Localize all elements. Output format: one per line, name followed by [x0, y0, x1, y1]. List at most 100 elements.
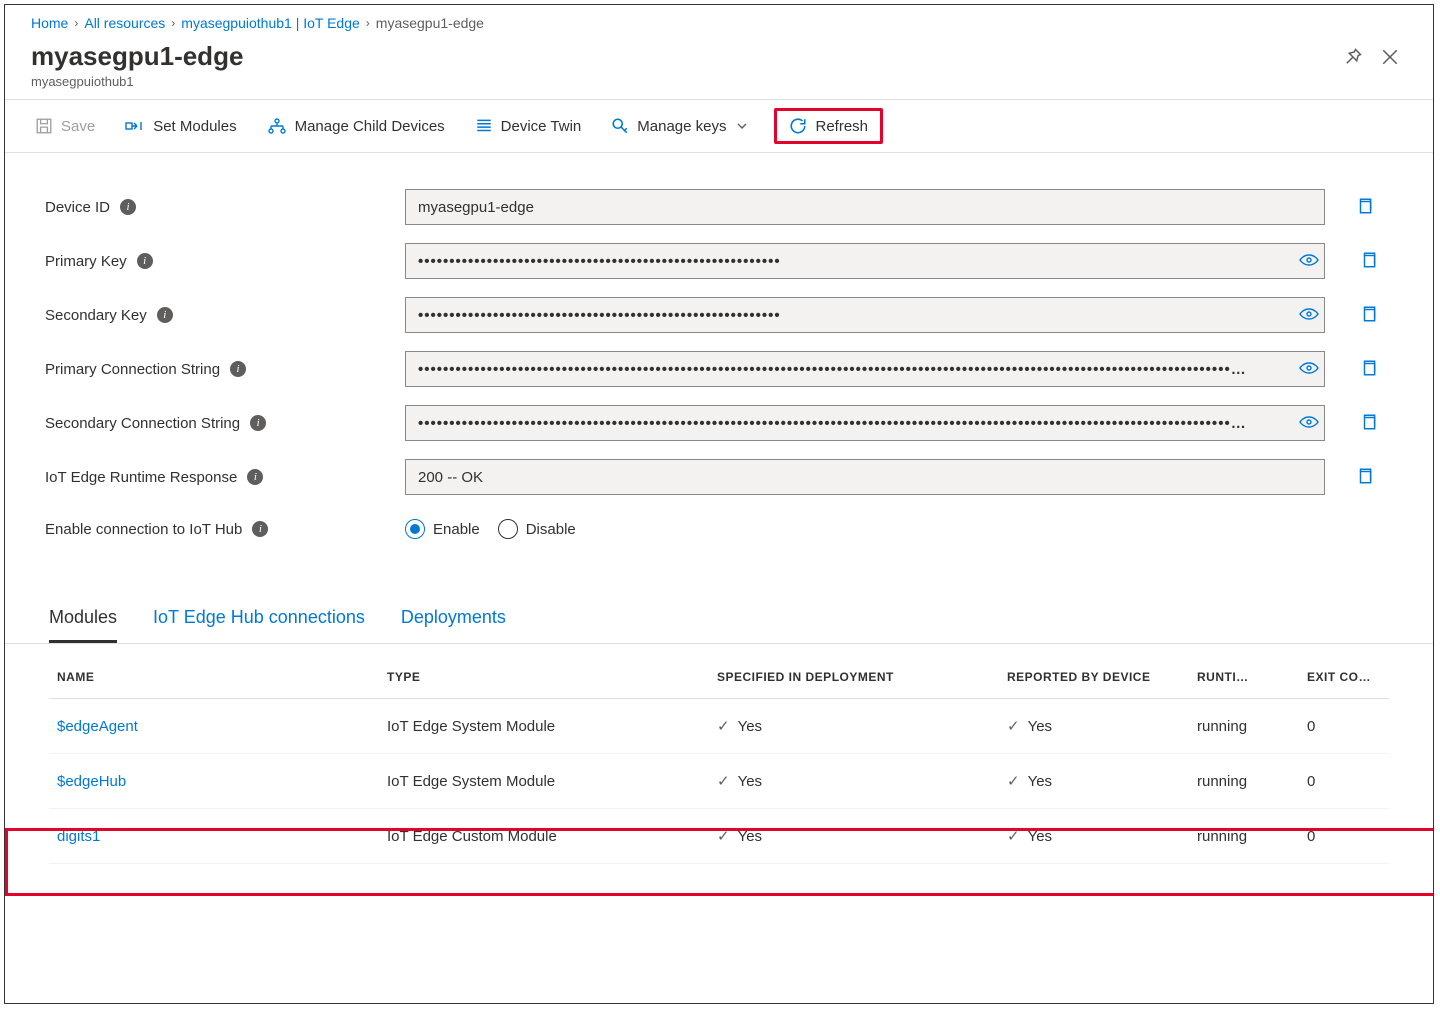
info-icon[interactable]: i	[252, 521, 268, 537]
col-exit[interactable]: EXIT CO…	[1299, 652, 1389, 699]
copy-icon[interactable]	[1355, 359, 1383, 380]
module-specified: ✓Yes	[709, 754, 999, 809]
device-form: Device ID i myasegpu1-edge Primary Key i…	[5, 153, 1433, 567]
copy-icon[interactable]	[1351, 467, 1379, 488]
check-icon: ✓	[717, 773, 730, 790]
secondary-key-label: Secondary Key	[45, 307, 147, 324]
table-row: $edgeAgentIoT Edge System Module✓Yes✓Yes…	[49, 699, 1389, 754]
reveal-icon[interactable]	[1299, 361, 1329, 378]
reveal-icon[interactable]	[1299, 307, 1329, 324]
tab-connections[interactable]: IoT Edge Hub connections	[153, 597, 365, 643]
module-exit: 0	[1299, 754, 1389, 809]
primary-conn-label: Primary Connection String	[45, 361, 220, 378]
module-link[interactable]: $edgeHub	[57, 773, 126, 790]
module-exit: 0	[1299, 809, 1389, 864]
module-link[interactable]: $edgeAgent	[57, 718, 138, 735]
info-icon[interactable]: i	[120, 199, 136, 215]
col-type[interactable]: TYPE	[379, 652, 709, 699]
module-reported: ✓Yes	[999, 754, 1189, 809]
page-header: myasegpu1-edge myasegpuiothub1	[5, 37, 1433, 99]
primary-conn-field[interactable]: ••••••••••••••••••••••••••••••••••••••••…	[405, 351, 1325, 387]
save-label: Save	[61, 118, 95, 135]
info-icon[interactable]: i	[157, 307, 173, 323]
chevron-right-icon: ›	[74, 16, 78, 30]
enable-radio-label: Enable	[433, 521, 480, 538]
runtime-response-label: IoT Edge Runtime Response	[45, 469, 237, 486]
col-reported[interactable]: REPORTED BY DEVICE	[999, 652, 1189, 699]
info-icon[interactable]: i	[247, 469, 263, 485]
chevron-right-icon: ›	[171, 16, 175, 30]
reveal-icon[interactable]	[1299, 253, 1329, 270]
check-icon: ✓	[717, 718, 730, 735]
save-button: Save	[31, 111, 99, 141]
tab-modules[interactable]: Modules	[49, 597, 117, 643]
chevron-right-icon: ›	[366, 16, 370, 30]
manage-child-devices-button[interactable]: Manage Child Devices	[263, 111, 449, 141]
runtime-response-field[interactable]: 200 -- OK	[405, 459, 1325, 495]
check-icon: ✓	[1007, 718, 1020, 735]
set-modules-label: Set Modules	[153, 118, 236, 135]
secondary-conn-label: Secondary Connection String	[45, 415, 240, 432]
copy-icon[interactable]	[1355, 305, 1383, 326]
module-reported: ✓Yes	[999, 699, 1189, 754]
pin-icon[interactable]	[1343, 47, 1363, 67]
reveal-icon[interactable]	[1299, 415, 1329, 432]
chevron-down-icon	[736, 120, 748, 132]
enable-radio[interactable]: Enable	[405, 519, 480, 539]
breadcrumb-current: myasegpu1-edge	[376, 15, 484, 31]
primary-key-label: Primary Key	[45, 253, 127, 270]
breadcrumb: Home › All resources › myasegpuiothub1 |…	[5, 5, 1433, 37]
tab-deployments[interactable]: Deployments	[401, 597, 506, 643]
modules-table-wrap: NAME TYPE SPECIFIED IN DEPLOYMENT REPORT…	[5, 652, 1433, 864]
manage-keys-label: Manage keys	[637, 118, 726, 135]
info-icon[interactable]: i	[137, 253, 153, 269]
col-specified[interactable]: SPECIFIED IN DEPLOYMENT	[709, 652, 999, 699]
info-icon[interactable]: i	[230, 361, 246, 377]
table-row: $edgeHubIoT Edge System Module✓Yes✓Yesru…	[49, 754, 1389, 809]
check-icon: ✓	[717, 828, 730, 845]
module-type: IoT Edge System Module	[379, 754, 709, 809]
copy-icon[interactable]	[1351, 197, 1379, 218]
module-runtime: running	[1189, 809, 1299, 864]
breadcrumb-home[interactable]: Home	[31, 15, 68, 31]
module-specified: ✓Yes	[709, 699, 999, 754]
table-row: digits1IoT Edge Custom Module✓Yes✓Yesrun…	[49, 809, 1389, 864]
copy-icon[interactable]	[1355, 413, 1383, 434]
manage-keys-button[interactable]: Manage keys	[607, 111, 752, 141]
disable-radio[interactable]: Disable	[498, 519, 576, 539]
info-icon[interactable]: i	[250, 415, 266, 431]
check-icon: ✓	[1007, 773, 1020, 790]
disable-radio-label: Disable	[526, 521, 576, 538]
breadcrumb-all-resources[interactable]: All resources	[84, 15, 165, 31]
secondary-key-field[interactable]: ••••••••••••••••••••••••••••••••••••••••…	[405, 297, 1325, 333]
device-twin-label: Device Twin	[501, 118, 582, 135]
module-runtime: running	[1189, 699, 1299, 754]
page-subtitle: myasegpuiothub1	[31, 74, 243, 89]
manage-child-label: Manage Child Devices	[295, 118, 445, 135]
set-modules-button[interactable]: Set Modules	[121, 111, 240, 141]
modules-table: NAME TYPE SPECIFIED IN DEPLOYMENT REPORT…	[49, 652, 1389, 864]
device-id-field[interactable]: myasegpu1-edge	[405, 189, 1325, 225]
close-icon[interactable]	[1381, 48, 1399, 66]
refresh-button[interactable]: Refresh	[774, 108, 883, 144]
module-runtime: running	[1189, 754, 1299, 809]
page-title: myasegpu1-edge	[31, 41, 243, 72]
check-icon: ✓	[1007, 828, 1020, 845]
secondary-conn-field[interactable]: ••••••••••••••••••••••••••••••••••••••••…	[405, 405, 1325, 441]
device-id-label: Device ID	[45, 199, 110, 216]
tab-bar: Modules IoT Edge Hub connections Deploym…	[5, 567, 1433, 644]
module-reported: ✓Yes	[999, 809, 1189, 864]
breadcrumb-iot-hub[interactable]: myasegpuiothub1 | IoT Edge	[181, 15, 360, 31]
module-type: IoT Edge Custom Module	[379, 809, 709, 864]
col-name[interactable]: NAME	[49, 652, 379, 699]
device-twin-button[interactable]: Device Twin	[471, 111, 586, 141]
module-type: IoT Edge System Module	[379, 699, 709, 754]
copy-icon[interactable]	[1355, 251, 1383, 272]
primary-key-field[interactable]: ••••••••••••••••••••••••••••••••••••••••…	[405, 243, 1325, 279]
module-link[interactable]: digits1	[57, 828, 100, 845]
toolbar: Save Set Modules Manage Child Devices De…	[5, 99, 1433, 153]
col-runtime[interactable]: RUNTI…	[1189, 652, 1299, 699]
module-exit: 0	[1299, 699, 1389, 754]
enable-conn-label: Enable connection to IoT Hub	[45, 521, 242, 538]
module-specified: ✓Yes	[709, 809, 999, 864]
